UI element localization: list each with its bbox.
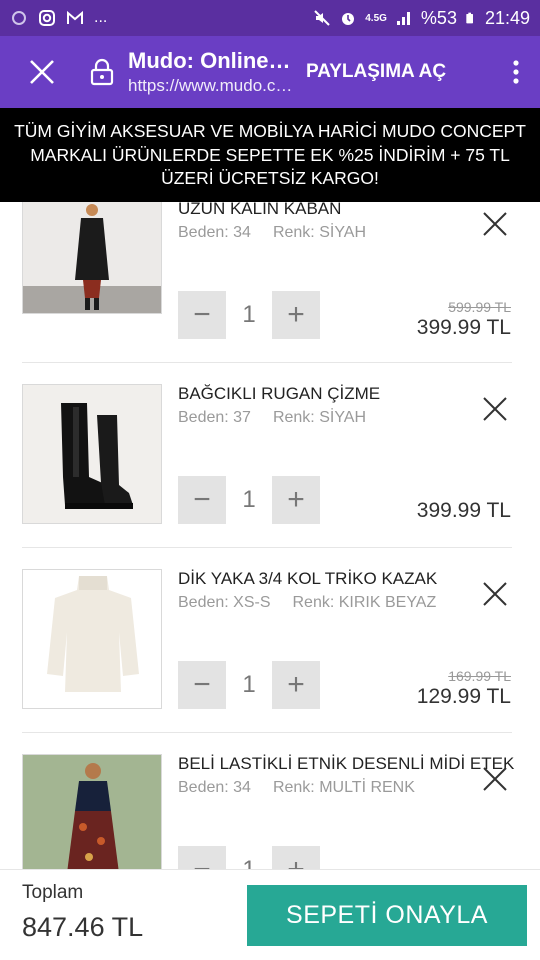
product-image[interactable] [22, 384, 162, 524]
product-price: 399.99 TL [416, 499, 511, 522]
network-type: 4.5G [365, 12, 387, 24]
increase-quantity-button[interactable]: + [272, 661, 320, 709]
close-tab-button[interactable] [0, 36, 84, 108]
instagram-icon [39, 10, 55, 26]
quantity-value[interactable]: 1 [226, 291, 272, 339]
status-bar: ... 4.5G %53 21:49 [0, 0, 540, 36]
increase-quantity-button[interactable]: + [272, 476, 320, 524]
increase-quantity-button[interactable]: + [272, 291, 320, 339]
sync-icon [12, 11, 26, 25]
product-color: Renk: KIRIK BEYAZ [292, 594, 437, 611]
battery-percent: %53 [420, 7, 457, 28]
cart-footer: Toplam 847.46 TL SEPETİ ONAYLA [0, 869, 540, 960]
browser-toolbar: Mudo: Online… https://www.mudo.c… PAYLAŞ… [0, 36, 540, 108]
product-size: Beden: XS-S [178, 594, 271, 611]
more-vert-icon [513, 60, 519, 84]
remove-item-button[interactable] [480, 764, 510, 794]
product-color: Renk: MULTİ RENK [272, 779, 415, 796]
product-size: Beden: 34 [178, 779, 251, 796]
signal-icon [396, 12, 410, 25]
item-divider [22, 732, 512, 733]
decrease-quantity-button[interactable]: − [178, 476, 226, 524]
quantity-value[interactable]: 1 [226, 476, 272, 524]
remove-item-button[interactable] [480, 209, 510, 239]
decrease-quantity-button[interactable]: − [178, 291, 226, 339]
item-divider [22, 362, 512, 363]
total-value: 847.46 TL [22, 912, 144, 942]
close-icon [483, 767, 507, 791]
quantity-value[interactable]: 1 [226, 661, 272, 709]
product-attributes: Beden: XS-S Renk: KIRIK BEYAZ [178, 594, 436, 612]
product-attributes: Beden: 37 Renk: SİYAH [178, 409, 366, 427]
alarm-icon [342, 13, 355, 25]
page-title: Mudo: Online… [128, 48, 291, 73]
product-name[interactable]: UZUN KALIN KABAN [178, 202, 341, 219]
product-price: 399.99 TL [416, 316, 511, 339]
product-price: 129.99 TL [416, 685, 511, 708]
coat-product-image [23, 202, 161, 313]
boot-product-image [23, 385, 161, 523]
original-price: 169.99 TL [448, 668, 511, 684]
cart-item: DİK YAKA 3/4 KOL TRİKO KAZAK Beden: XS-S… [0, 547, 540, 732]
product-size: Beden: 37 [178, 409, 251, 426]
promo-banner: TÜM GİYİM AKSESUAR VE MOBİLYA HARİCİ MUD… [0, 108, 540, 202]
lock-icon [90, 58, 114, 86]
product-image[interactable] [22, 202, 162, 314]
close-icon [483, 397, 507, 421]
more-options-button[interactable] [492, 59, 540, 85]
remove-item-button[interactable] [480, 394, 510, 424]
skirt-product-image [23, 755, 161, 869]
gmail-icon [67, 10, 83, 24]
close-icon [30, 60, 54, 84]
confirm-cart-button[interactable]: SEPETİ ONAYLA [247, 885, 527, 946]
cart-item: BAĞCIKLI RUGAN ÇİZME Beden: 37 Renk: SİYA… [0, 362, 540, 547]
product-name[interactable]: DİK YAKA 3/4 KOL TRİKO KAZAK [178, 569, 437, 589]
decrease-quantity-button[interactable]: − [178, 661, 226, 709]
original-price: 599.99 TL [448, 299, 511, 315]
cart-item: BELİ LASTİKLİ ETNİK DESENLİ MİDİ ETEK Be… [0, 732, 540, 869]
product-image[interactable] [22, 754, 162, 869]
quantity-value[interactable]: 1 [226, 846, 272, 869]
product-color: Renk: SİYAH [272, 409, 367, 426]
page-url: https://www.mudo.c… [128, 76, 293, 95]
cart-item: UZUN KALIN KABAN Beden: 34 Renk: SİYAH − … [0, 202, 540, 362]
clock: 21:49 [484, 7, 530, 28]
secure-lock[interactable] [84, 58, 120, 86]
close-icon [483, 212, 507, 236]
page-info[interactable]: Mudo: Online… https://www.mudo.c… [120, 48, 296, 96]
share-button[interactable]: PAYLAŞIMA AÇ [306, 61, 446, 83]
product-attributes: Beden: 34 Renk: MULTİ RENK [178, 779, 415, 797]
battery-icon [466, 12, 473, 24]
product-color: Renk: SİYAH [272, 224, 367, 241]
total-label: Toplam [22, 882, 84, 903]
product-size: Beden: 34 [178, 224, 251, 241]
decrease-quantity-button[interactable]: − [178, 846, 226, 869]
sweater-product-image [23, 570, 161, 708]
increase-quantity-button[interactable]: + [272, 846, 320, 869]
cart-list[interactable]: UZUN KALIN KABAN Beden: 34 Renk: SİYAH − … [0, 202, 540, 869]
product-image[interactable] [22, 569, 162, 709]
remove-item-button[interactable] [480, 579, 510, 609]
product-name[interactable]: BELİ LASTİKLİ ETNİK DESENLİ MİDİ ETEK [178, 754, 514, 774]
notification-overflow: ... [94, 9, 108, 26]
product-name[interactable]: BAĞCIKLI RUGAN ÇİZME [178, 384, 380, 404]
mute-icon [314, 10, 330, 26]
item-divider [22, 547, 512, 548]
product-attributes: Beden: 34 Renk: SİYAH [178, 224, 366, 242]
close-icon [483, 582, 507, 606]
